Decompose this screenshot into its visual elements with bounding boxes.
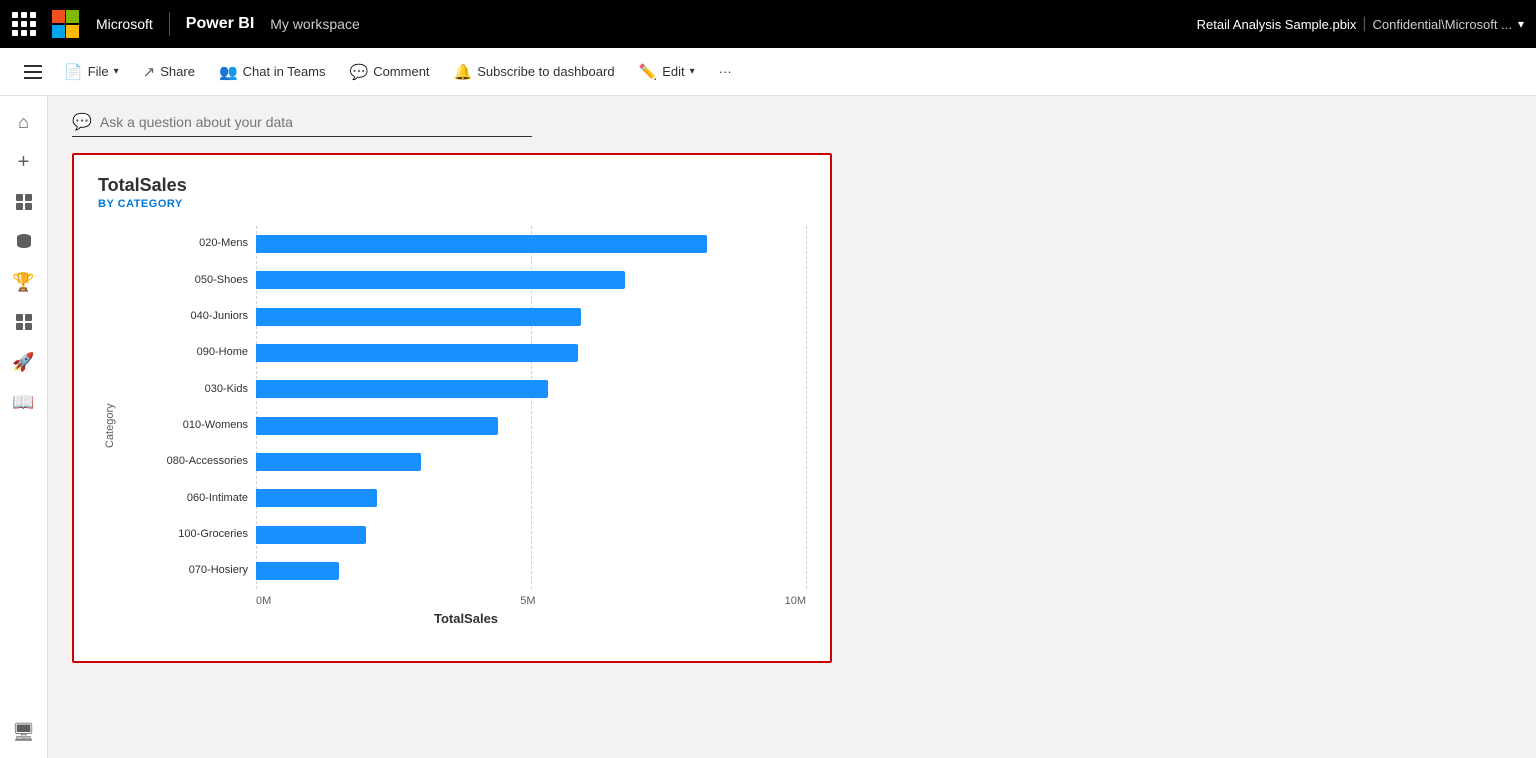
bar-row bbox=[256, 339, 806, 367]
x-axis: 0M 5M 10M bbox=[126, 595, 806, 607]
search-input[interactable] bbox=[100, 114, 532, 130]
bar-row bbox=[256, 375, 806, 403]
topbar-chevron-icon[interactable]: ▾ bbox=[1518, 17, 1524, 31]
bar-row bbox=[256, 266, 806, 294]
bar[interactable] bbox=[256, 344, 578, 362]
category-label: 090-Home bbox=[126, 345, 248, 360]
brand-name: Microsoft bbox=[96, 16, 153, 32]
sidebar-item-goals[interactable]: 🏆 bbox=[6, 264, 42, 300]
file-menu-button[interactable]: 📄 File ▾ bbox=[54, 57, 129, 87]
comment-button[interactable]: 💬 Comment bbox=[340, 57, 440, 87]
comment-icon: 💬 bbox=[350, 63, 369, 81]
bar-row bbox=[256, 448, 806, 476]
layout: ⌂ + 🏆 🚀 📖 🖥 💬 TotalSales BY CATEGORY bbox=[0, 96, 1536, 758]
bar[interactable] bbox=[256, 453, 421, 471]
comment-label: Comment bbox=[373, 64, 429, 79]
bars-area bbox=[256, 226, 806, 589]
main-content: 💬 TotalSales BY CATEGORY Category 020-Me… bbox=[48, 96, 1536, 758]
x-axis-tick: 0M bbox=[256, 595, 271, 607]
chat-label: Chat in Teams bbox=[243, 64, 326, 79]
file-chevron-icon: ▾ bbox=[114, 66, 119, 77]
more-icon: ··· bbox=[719, 64, 732, 79]
edit-label: Edit bbox=[662, 64, 684, 79]
chart-body: 020-Mens 050-Shoes 040-Juniors 090-Home 030-… bbox=[126, 226, 806, 626]
bar[interactable] bbox=[256, 235, 707, 253]
subscribe-button[interactable]: 🔔 Subscribe to dashboard bbox=[444, 57, 625, 87]
sidebar-item-apps[interactable] bbox=[6, 304, 42, 340]
search-qa-icon: 💬 bbox=[72, 112, 92, 132]
workspace-name: My workspace bbox=[270, 16, 359, 32]
brand-separator bbox=[169, 12, 170, 36]
grid-line bbox=[806, 226, 807, 589]
bar[interactable] bbox=[256, 489, 377, 507]
category-label: 050-Shoes bbox=[126, 273, 248, 288]
x-axis-tick: 5M bbox=[520, 595, 535, 607]
top-bar-right: Retail Analysis Sample.pbix | Confidenti… bbox=[1197, 15, 1524, 33]
category-label: 030-Kids bbox=[126, 382, 248, 397]
bar-row bbox=[256, 557, 806, 585]
teams-icon: 👥 bbox=[219, 63, 238, 81]
bar[interactable] bbox=[256, 417, 498, 435]
category-labels: 020-Mens 050-Shoes 040-Juniors 090-Home 030-… bbox=[126, 226, 256, 589]
waffle-menu[interactable] bbox=[12, 12, 36, 36]
hamburger-button[interactable] bbox=[16, 57, 50, 87]
subscribe-label: Subscribe to dashboard bbox=[477, 64, 614, 79]
sidebar-item-data[interactable] bbox=[6, 224, 42, 260]
x-axis-tick: 10M bbox=[785, 595, 806, 607]
bar-row bbox=[256, 521, 806, 549]
share-button[interactable]: ↗ Share bbox=[133, 57, 205, 87]
bar-chart-area: Category 020-Mens 050-Shoes 040-Juniors 090… bbox=[98, 226, 806, 626]
bar[interactable] bbox=[256, 380, 548, 398]
sidebar: ⌂ + 🏆 🚀 📖 🖥 bbox=[0, 96, 48, 758]
y-axis-label: Category bbox=[98, 226, 122, 626]
chart-title: TotalSales bbox=[98, 175, 806, 196]
bar-row bbox=[256, 412, 806, 440]
bar-row bbox=[256, 303, 806, 331]
topbar-separator: | bbox=[1362, 15, 1366, 33]
bar[interactable] bbox=[256, 271, 625, 289]
share-icon: ↗ bbox=[143, 63, 156, 81]
top-bar: Microsoft Power BI My workspace Retail A… bbox=[0, 0, 1536, 48]
share-label: Share bbox=[160, 64, 195, 79]
sidebar-item-metrics[interactable]: 📖 bbox=[6, 384, 42, 420]
chart-subtitle: BY CATEGORY bbox=[98, 198, 806, 210]
sidebar-item-browse[interactable] bbox=[6, 184, 42, 220]
chat-in-teams-button[interactable]: 👥 Chat in Teams bbox=[209, 57, 336, 87]
category-label: 060-Intimate bbox=[126, 491, 248, 506]
bar[interactable] bbox=[256, 308, 581, 326]
subscribe-icon: 🔔 bbox=[454, 63, 473, 81]
sidebar-item-create[interactable]: + bbox=[6, 144, 42, 180]
edit-chevron-icon: ▾ bbox=[690, 66, 695, 77]
bar-row bbox=[256, 230, 806, 258]
chart-container: TotalSales BY CATEGORY Category 020-Mens… bbox=[72, 153, 832, 663]
sidebar-item-learn[interactable]: 🚀 bbox=[6, 344, 42, 380]
bar[interactable] bbox=[256, 526, 366, 544]
file-name: Retail Analysis Sample.pbix bbox=[1197, 17, 1357, 32]
toolbar: 📄 File ▾ ↗ Share 👥 Chat in Teams 💬 Comme… bbox=[0, 48, 1536, 96]
bar-row bbox=[256, 484, 806, 512]
category-label: 100-Groceries bbox=[126, 527, 248, 542]
search-bar[interactable]: 💬 bbox=[72, 112, 532, 137]
category-label: 080-Accessories bbox=[126, 454, 248, 469]
edit-button[interactable]: ✏️ Edit ▾ bbox=[629, 57, 705, 87]
confidential-label: Confidential\Microsoft ... bbox=[1373, 17, 1512, 32]
bars-section: 020-Mens 050-Shoes 040-Juniors 090-Home 030-… bbox=[126, 226, 806, 589]
x-axis-title: TotalSales bbox=[126, 611, 806, 626]
product-name: Power BI bbox=[186, 15, 254, 33]
sidebar-item-workspaces[interactable]: 🖥 bbox=[6, 714, 42, 750]
category-label: 040-Juniors bbox=[126, 309, 248, 324]
category-label: 010-Womens bbox=[126, 418, 248, 433]
bar[interactable] bbox=[256, 562, 339, 580]
sidebar-item-home[interactable]: ⌂ bbox=[6, 104, 42, 140]
more-options-button[interactable]: ··· bbox=[709, 58, 742, 85]
file-icon: 📄 bbox=[64, 63, 83, 81]
edit-icon: ✏️ bbox=[639, 63, 658, 81]
microsoft-logo bbox=[52, 10, 80, 38]
file-label: File bbox=[88, 64, 109, 79]
category-label: 070-Hosiery bbox=[126, 563, 248, 578]
category-label: 020-Mens bbox=[126, 236, 248, 251]
